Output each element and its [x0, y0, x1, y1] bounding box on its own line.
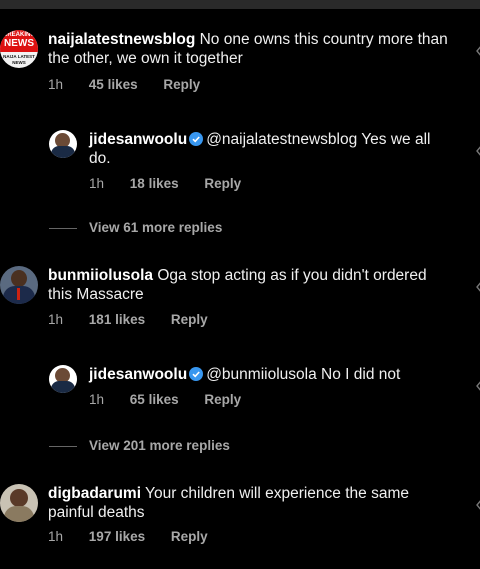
avatar-text-naija: NAIJA LATEST	[3, 54, 35, 59]
reply-button[interactable]: Reply	[163, 77, 200, 92]
comment-meta: 1h 197 likes Reply	[48, 529, 230, 544]
view-more-replies[interactable]: View 201 more replies	[49, 438, 230, 453]
comment-text: bunmiiolusola Oga stop acting as if you …	[48, 266, 448, 304]
avatar-suit	[51, 146, 75, 158]
heart-icon[interactable]	[474, 44, 480, 58]
reply-button[interactable]: Reply	[204, 176, 241, 191]
divider-line	[49, 445, 77, 447]
comment-meta: 1h 18 likes Reply	[89, 176, 263, 191]
avatar[interactable]: BREAKING NEWS NAIJA LATEST NEWS	[0, 30, 38, 68]
timestamp: 1h	[48, 77, 64, 92]
view-more-replies[interactable]: View 61 more replies	[49, 220, 222, 235]
likes-count[interactable]: 65 likes	[130, 392, 179, 407]
avatar[interactable]	[0, 484, 38, 522]
comment-meta: 1h 65 likes Reply	[89, 392, 263, 407]
divider-line	[49, 227, 77, 229]
likes-count[interactable]: 45 likes	[89, 77, 138, 92]
reply-button[interactable]: Reply	[204, 392, 241, 407]
comment-text: digbadarumi Your children will experienc…	[48, 484, 448, 522]
view-more-label[interactable]: View 61 more replies	[89, 220, 222, 235]
username[interactable]: bunmiiolusola	[48, 267, 153, 284]
avatar[interactable]	[49, 130, 77, 158]
avatar-face	[11, 270, 27, 287]
likes-count[interactable]: 18 likes	[130, 176, 179, 191]
timestamp: 1h	[89, 176, 105, 191]
avatar-tie	[17, 288, 20, 300]
top-bar	[0, 0, 480, 9]
mention[interactable]: @bunmiiolusola	[206, 366, 317, 383]
comment-meta: 1h 45 likes Reply	[48, 77, 222, 92]
heart-icon[interactable]	[474, 379, 480, 393]
likes-count[interactable]: 181 likes	[89, 312, 145, 327]
avatar-text-news-small: NEWS	[12, 60, 26, 65]
avatar[interactable]	[0, 266, 38, 304]
verified-badge-icon	[189, 367, 204, 381]
comment-body: No I did not	[321, 366, 401, 383]
heart-icon[interactable]	[474, 280, 480, 294]
comment-meta: 1h 181 likes Reply	[48, 312, 230, 327]
timestamp: 1h	[89, 392, 105, 407]
avatar-text-news: NEWS	[4, 38, 34, 49]
view-more-label[interactable]: View 201 more replies	[89, 438, 230, 453]
likes-count[interactable]: 197 likes	[89, 529, 145, 544]
comment-text: jidesanwoolu @bunmiiolusola No I did not	[89, 365, 439, 384]
mention[interactable]: @naijalatestnewsblog	[206, 131, 357, 148]
username[interactable]: jidesanwoolu	[89, 366, 187, 383]
timestamp: 1h	[48, 312, 64, 327]
reply-button[interactable]: Reply	[171, 529, 208, 544]
avatar-suit	[51, 381, 75, 393]
username[interactable]: jidesanwoolu	[89, 131, 187, 148]
verified-badge-icon	[189, 132, 204, 146]
comment-text: jidesanwoolu @naijalatestnewsblog Yes we …	[89, 130, 439, 168]
username[interactable]: naijalatestnewsblog	[48, 31, 195, 48]
username[interactable]: digbadarumi	[48, 485, 141, 502]
avatar-shoulders	[4, 506, 34, 522]
avatar[interactable]	[49, 365, 77, 393]
avatar-face	[10, 489, 28, 507]
reply-button[interactable]: Reply	[171, 312, 208, 327]
comment-text: naijalatestnewsblog No one owns this cou…	[48, 30, 448, 68]
heart-icon[interactable]	[474, 498, 480, 512]
heart-icon[interactable]	[474, 144, 480, 158]
timestamp: 1h	[48, 529, 64, 544]
